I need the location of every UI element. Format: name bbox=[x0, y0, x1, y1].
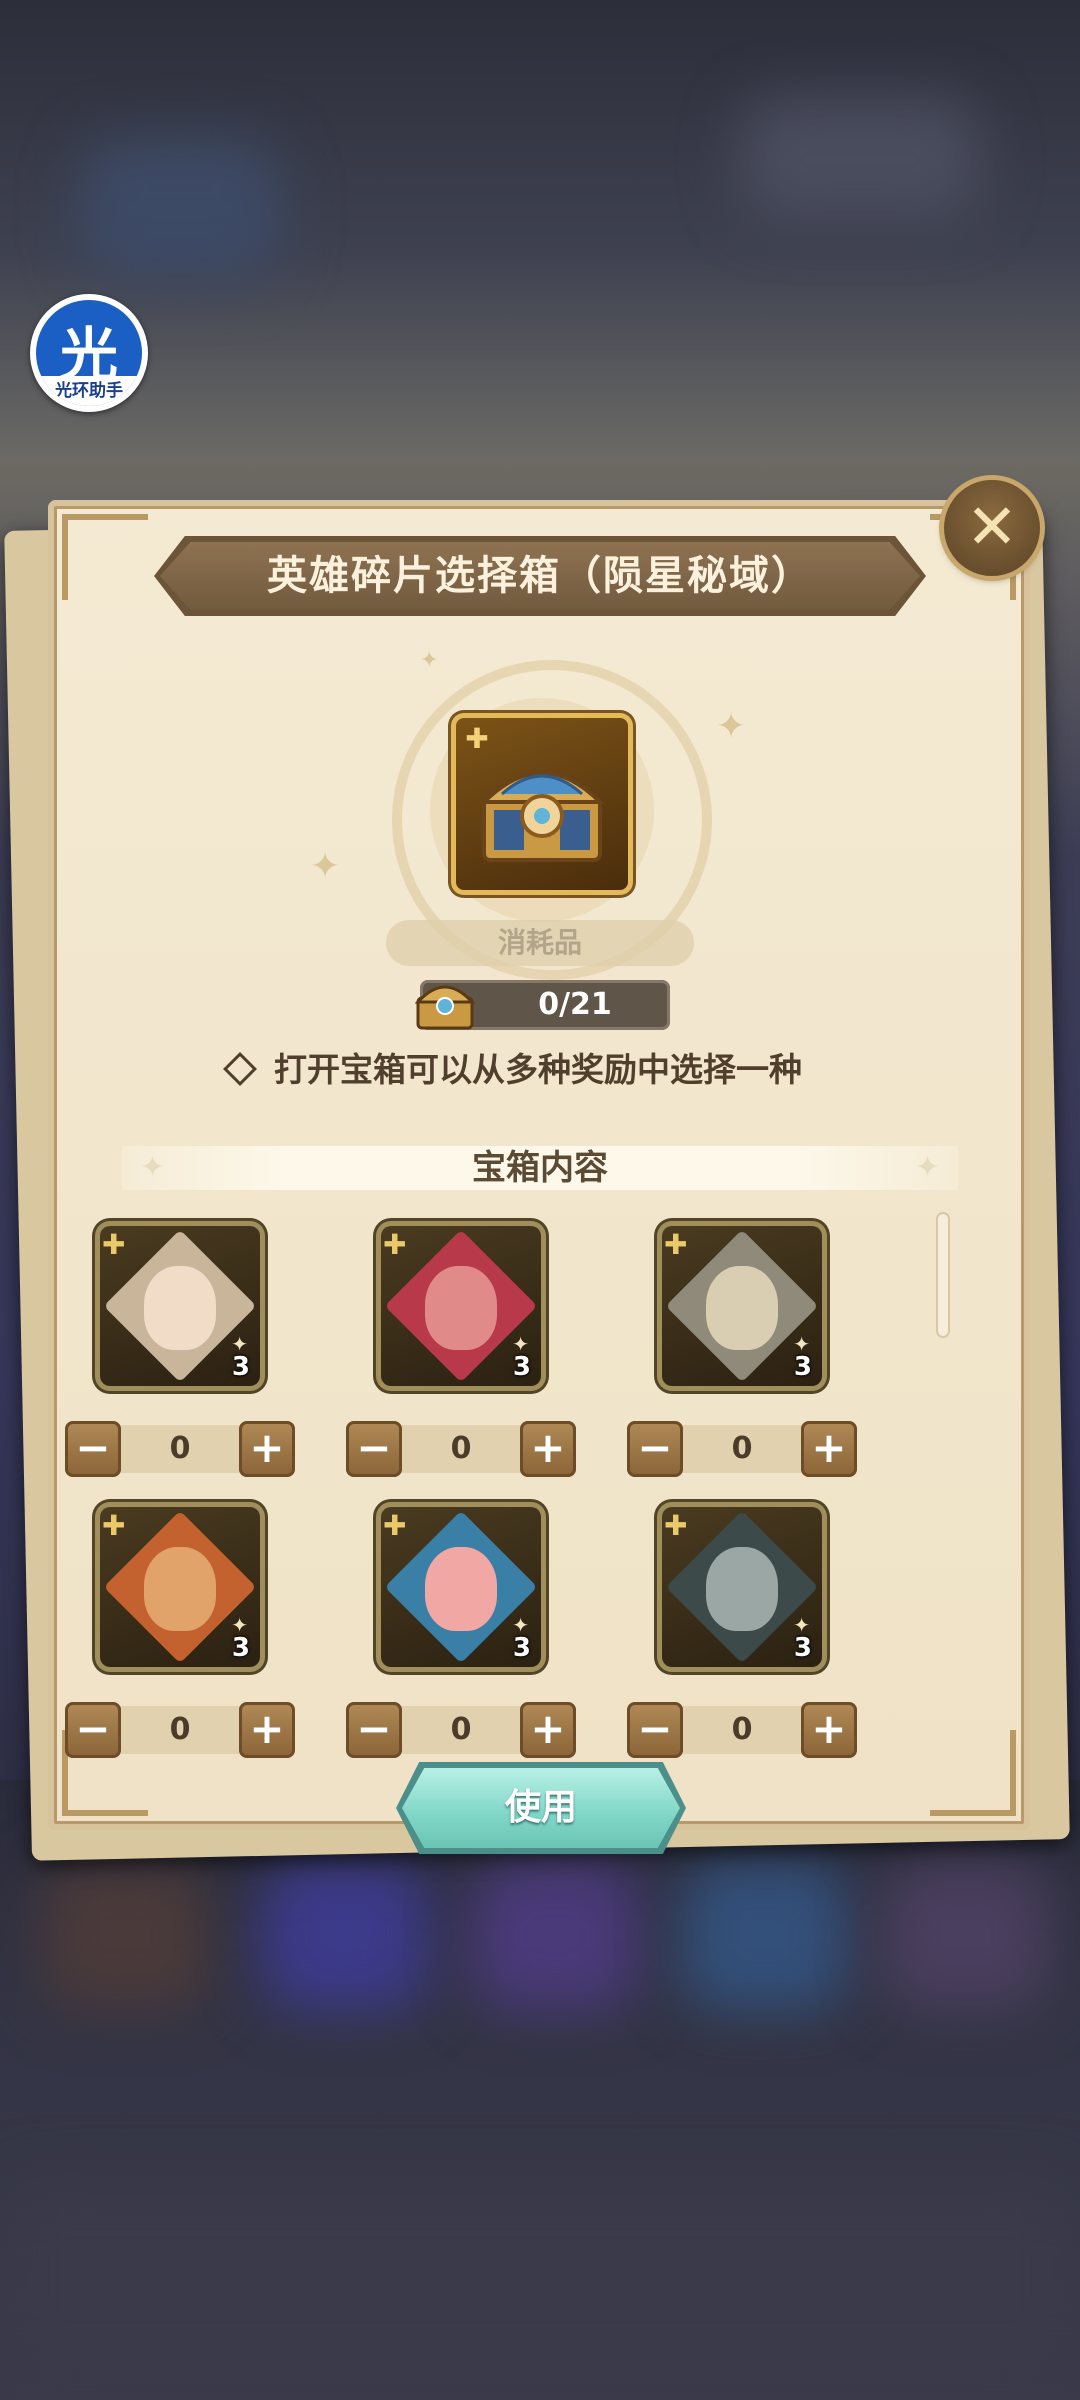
quantity-stepper: 0− + bbox=[65, 1702, 295, 1758]
quantity-value[interactable]: 0 bbox=[105, 1425, 255, 1473]
chest-graphic bbox=[479, 771, 605, 862]
ornament-corner bbox=[930, 1730, 1016, 1816]
puzzle-piece-icon: ✚ bbox=[664, 1509, 688, 1542]
quantity-value[interactable]: 0 bbox=[105, 1706, 255, 1754]
hero-portrait-icon bbox=[425, 1266, 497, 1350]
shard-count: 3 bbox=[793, 1352, 812, 1382]
item-type-label: 消耗品 bbox=[386, 920, 694, 966]
puzzle-piece-icon: ✚ bbox=[102, 1509, 126, 1542]
hero-portrait-icon bbox=[706, 1547, 778, 1631]
treasure-chest-icon[interactable]: ✚ bbox=[456, 718, 628, 890]
hero-shard-card[interactable]: ✚ ✦ 3 bbox=[662, 1507, 822, 1667]
quantity-stepper: 0− + bbox=[346, 1421, 576, 1477]
plus-button[interactable]: + bbox=[520, 1702, 576, 1758]
shard-count: 3 bbox=[231, 1352, 250, 1382]
hero-shard-card[interactable]: ✚ ✦ 3 bbox=[662, 1226, 822, 1386]
plus-button[interactable]: + bbox=[239, 1702, 295, 1758]
puzzle-piece-icon: ✚ bbox=[383, 1509, 407, 1542]
hero-shard-card[interactable]: ✚ ✦ 3 bbox=[381, 1226, 541, 1386]
close-icon: ✕ bbox=[966, 490, 1018, 563]
quantity-value[interactable]: 0 bbox=[386, 1706, 536, 1754]
puzzle-piece-icon: ✚ bbox=[383, 1228, 407, 1261]
owned-count-pill: 0/21 bbox=[414, 980, 670, 1030]
hero-shard-card[interactable]: ✚ ✦ 3 bbox=[381, 1507, 541, 1667]
quantity-stepper: 0− + bbox=[65, 1421, 295, 1477]
dialog-title: 英雄碎片选择箱（陨星秘域） bbox=[267, 553, 813, 599]
section-title: 宝箱内容 bbox=[472, 1148, 608, 1188]
sparkle-icon: ✦ bbox=[310, 846, 341, 887]
small-chest-icon bbox=[414, 985, 476, 1030]
helper-app-badge[interactable]: 光 光环助手 bbox=[30, 294, 148, 412]
hero-portrait-icon bbox=[144, 1547, 216, 1631]
quantity-stepper: 0− + bbox=[346, 1702, 576, 1758]
puzzle-piece-icon: ✚ bbox=[664, 1228, 688, 1261]
ornament-corner bbox=[62, 514, 148, 600]
minus-button[interactable]: − bbox=[346, 1702, 402, 1758]
section-header: ✦ ✦ 宝箱内容 bbox=[122, 1146, 958, 1190]
minus-button[interactable]: − bbox=[65, 1702, 121, 1758]
plus-button[interactable]: + bbox=[801, 1421, 857, 1477]
quantity-value[interactable]: 0 bbox=[667, 1425, 817, 1473]
puzzle-piece-icon: ✚ bbox=[465, 722, 489, 755]
sparkle-icon: ✦ bbox=[420, 648, 439, 673]
close-button[interactable]: ✕ bbox=[944, 480, 1040, 576]
minus-button[interactable]: − bbox=[65, 1421, 121, 1477]
helper-badge-caption: 光环助手 bbox=[36, 376, 142, 406]
puzzle-piece-icon: ✚ bbox=[102, 1228, 126, 1261]
use-button[interactable]: 使用 bbox=[396, 1762, 686, 1854]
hero-portrait-icon bbox=[425, 1547, 497, 1631]
title-banner: 英雄碎片选择箱（陨星秘域） bbox=[154, 536, 926, 616]
shard-count: 3 bbox=[231, 1633, 250, 1663]
use-button-label: 使用 bbox=[504, 1787, 577, 1828]
hero-portrait-icon bbox=[706, 1266, 778, 1350]
quantity-value[interactable]: 0 bbox=[667, 1706, 817, 1754]
quantity-stepper: 0− + bbox=[627, 1702, 857, 1758]
sparkle-icon: ✦ bbox=[716, 706, 747, 747]
owned-count: 0/21 bbox=[538, 987, 612, 1022]
plus-button[interactable]: + bbox=[801, 1702, 857, 1758]
shard-count: 3 bbox=[793, 1633, 812, 1663]
quantity-value[interactable]: 0 bbox=[386, 1425, 536, 1473]
scrollbar[interactable] bbox=[936, 1212, 950, 1338]
hero-shard-card[interactable]: ✚ ✦ 3 bbox=[100, 1226, 260, 1386]
hero-shard-card[interactable]: ✚ ✦ 3 bbox=[100, 1507, 260, 1667]
minus-button[interactable]: − bbox=[346, 1421, 402, 1477]
description: 打开宝箱可以从多种奖励中选择一种 bbox=[223, 1040, 802, 1100]
diamond-bullet-icon bbox=[223, 1051, 257, 1086]
quantity-stepper: 0− + bbox=[627, 1421, 857, 1477]
description-text: 打开宝箱可以从多种奖励中选择一种 bbox=[274, 1050, 802, 1089]
plus-button[interactable]: + bbox=[239, 1421, 295, 1477]
minus-button[interactable]: − bbox=[627, 1421, 683, 1477]
hero-portrait-icon bbox=[144, 1266, 216, 1350]
minus-button[interactable]: − bbox=[627, 1702, 683, 1758]
shard-count: 3 bbox=[512, 1633, 531, 1663]
plus-button[interactable]: + bbox=[520, 1421, 576, 1477]
shard-count: 3 bbox=[512, 1352, 531, 1382]
